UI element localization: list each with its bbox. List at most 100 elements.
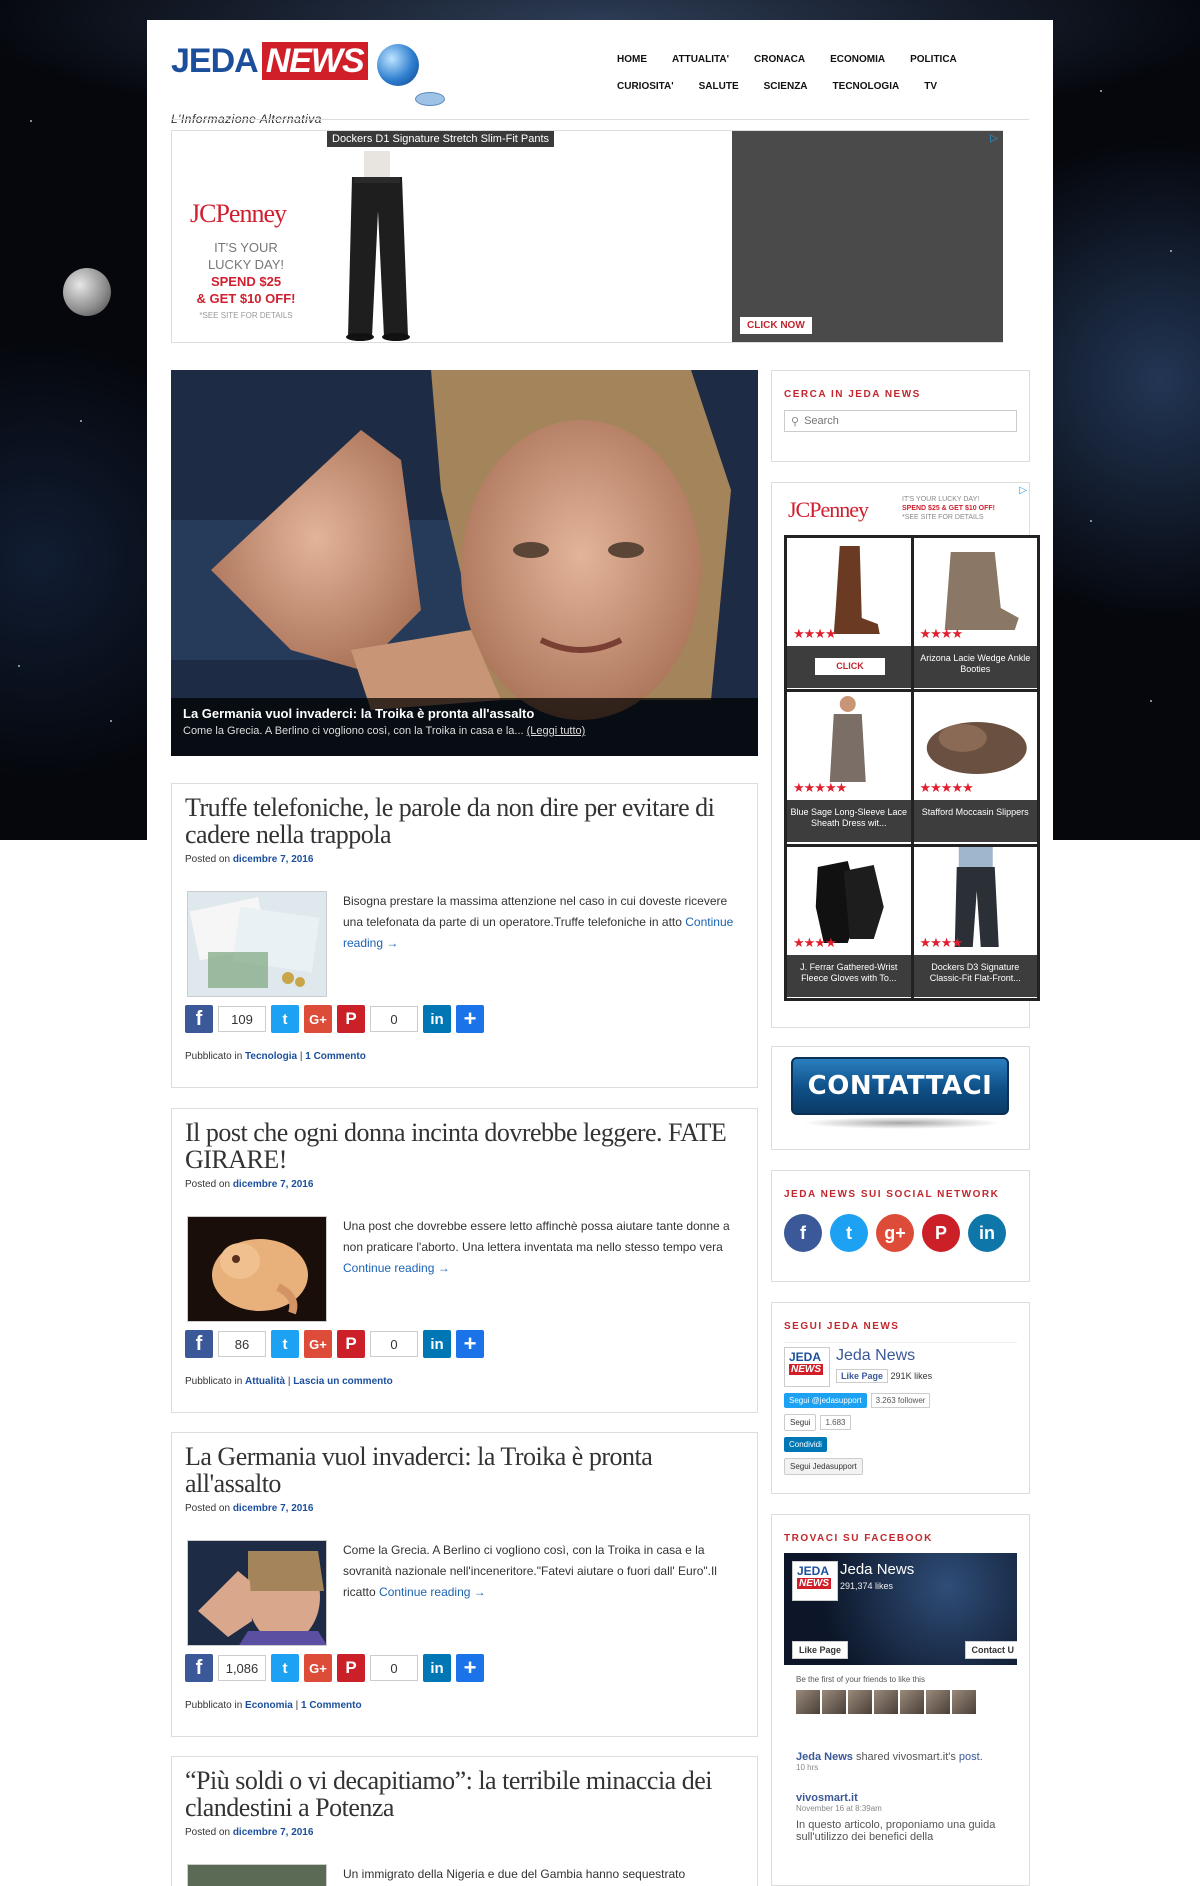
pinterest-icon[interactable]: P (922, 1214, 960, 1252)
linkedin-share-icon[interactable]: in (423, 1654, 451, 1682)
twitter-share-icon[interactable]: t (271, 1330, 299, 1358)
ad-line: & GET $10 OFF! (196, 291, 296, 306)
post-thumbnail[interactable] (187, 1864, 327, 1886)
category-link[interactable]: Economia (245, 1700, 293, 1711)
sidebar-ad-widget[interactable]: JCPenney IT'S YOUR LUCKY DAY! SPEND $25 … (771, 482, 1040, 1028)
pinterest-share-icon[interactable]: P (337, 1005, 365, 1033)
more-share-icon[interactable]: + (456, 1654, 484, 1682)
post-title[interactable]: “Più soldi o vi decapitiamo”: la terribi… (185, 1767, 744, 1821)
category-link[interactable]: Attualità (245, 1376, 285, 1387)
facebook-icon[interactable]: f (784, 1214, 822, 1252)
product-tile[interactable]: ★★★★ CLICK (787, 538, 911, 690)
avatar[interactable] (926, 1690, 950, 1714)
product-tile[interactable]: ★★★★★ Stafford Moccasin Slippers (913, 692, 1037, 844)
googleplus-share-icon[interactable]: G+ (304, 1005, 332, 1033)
featured-title[interactable]: La Germania vuol invaderci: la Troika è … (183, 706, 746, 721)
product-tile[interactable]: ★★★★ J. Ferrar Gathered-Wrist Fleece Glo… (787, 846, 911, 998)
shared-page-link[interactable]: vivosmart.it (796, 1792, 1016, 1804)
product-click-button[interactable]: CLICK (815, 658, 885, 675)
post-card: Il post che ogni donna incinta dovrebbe … (171, 1108, 758, 1413)
product-tile[interactable]: ★★★★ Arizona Lacie Wedge Ankle Booties (913, 538, 1037, 690)
twitter-share-icon[interactable]: t (271, 1654, 299, 1682)
adchoices-icon[interactable]: ▷ (990, 133, 998, 144)
avatar[interactable] (900, 1690, 924, 1714)
nav-tv[interactable]: TV (924, 81, 937, 92)
facebook-share-icon[interactable]: f (185, 1005, 213, 1033)
nav-attualita[interactable]: ATTUALITA' (672, 54, 729, 65)
post-date-link[interactable]: dicembre 7, 2016 (233, 854, 314, 865)
more-share-icon[interactable]: + (456, 1330, 484, 1358)
comments-link[interactable]: 1 Commento (305, 1051, 366, 1062)
comments-link[interactable]: Lascia un commento (293, 1376, 392, 1387)
post-author-link[interactable]: Jeda News (796, 1751, 853, 1763)
post-date-link[interactable]: dicembre 7, 2016 (233, 1503, 314, 1514)
search-input[interactable] (804, 415, 995, 427)
search-field[interactable]: ⚲ (784, 410, 1017, 432)
facebook-like-button[interactable]: Like Page (792, 1641, 849, 1659)
twitter-icon[interactable]: t (830, 1214, 868, 1252)
twitter-follow-button[interactable]: Segui @jedasupport (784, 1393, 867, 1408)
linkedin-share-icon[interactable]: in (423, 1330, 451, 1358)
avatar[interactable] (848, 1690, 872, 1714)
facebook-page-name[interactable]: Jeda News (840, 1561, 914, 1578)
googleplus-follow-button[interactable]: Segui (784, 1414, 817, 1431)
pinterest-share-icon[interactable]: P (337, 1330, 365, 1358)
post-title[interactable]: Il post che ogni donna incinta dovrebbe … (185, 1119, 744, 1173)
like-page-button[interactable]: Like Page (836, 1369, 889, 1383)
comments-link[interactable]: 1 Commento (301, 1700, 362, 1711)
category-link[interactable]: Tecnologia (245, 1051, 297, 1062)
post-title[interactable]: La Germania vuol invaderci: la Troika è … (185, 1443, 744, 1497)
product-tile[interactable]: ★★★★★ Blue Sage Long-Sleeve Lace Sheath … (787, 692, 911, 844)
nav-curiosita[interactable]: CURIOSITA' (617, 81, 674, 92)
nav-economia[interactable]: ECONOMIA (830, 54, 885, 65)
post-date-link[interactable]: dicembre 7, 2016 (233, 1827, 314, 1838)
linkedin-share-icon[interactable]: in (423, 1005, 451, 1033)
nav-politica[interactable]: POLITICA (910, 54, 957, 65)
nav-tecnologia[interactable]: TECNOLOGIA (833, 81, 900, 92)
linkedin-share-button[interactable]: Condividi (784, 1437, 827, 1452)
click-now-button[interactable]: CLICK NOW (740, 317, 812, 334)
nav-home[interactable]: HOME (617, 54, 647, 65)
nav-scienza[interactable]: SCIENZA (764, 81, 808, 92)
post-excerpt: Un immigrato della Nigeria e due del Gam… (343, 1864, 743, 1886)
page-name-link[interactable]: Jeda News (836, 1347, 932, 1365)
more-share-icon[interactable]: + (456, 1005, 484, 1033)
avatar[interactable] (874, 1690, 898, 1714)
featured-slider[interactable]: La Germania vuol invaderci: la Troika è … (171, 370, 758, 756)
adchoices-icon[interactable]: ▷ (1019, 485, 1027, 496)
nav-salute[interactable]: SALUTE (699, 81, 739, 92)
pinterest-share-icon[interactable]: P (337, 1654, 365, 1682)
banner-ad[interactable]: JCPenney IT'S YOUR LUCKY DAY! SPEND $25 … (171, 130, 1003, 343)
post-thumbnail[interactable] (187, 1216, 327, 1322)
post-excerpt: Come la Grecia. A Berlino ci vogliono co… (343, 1540, 743, 1646)
post-thumbnail[interactable] (187, 1540, 327, 1646)
twitter-share-icon[interactable]: t (271, 1005, 299, 1033)
post-date-link[interactable]: dicembre 7, 2016 (233, 1179, 314, 1190)
facebook-share-icon[interactable]: f (185, 1330, 213, 1358)
facebook-cover[interactable]: JEDA NEWS Jeda News 291,374 likes Like Pa… (784, 1553, 1017, 1665)
avatar[interactable] (796, 1690, 820, 1714)
facebook-share-icon[interactable]: f (185, 1654, 213, 1682)
nav-cronaca[interactable]: CRONACA (754, 54, 805, 65)
widget-title: JEDA NEWS SUI SOCIAL NETWORK (784, 1189, 1000, 1200)
product-grid: ★★★★ CLICK ★★★★ Arizona Lacie Wedge Ankl… (784, 535, 1040, 1001)
post-thumbnail[interactable] (187, 891, 327, 997)
continue-reading-link[interactable]: Continue reading → (379, 1585, 486, 1599)
continue-reading-link[interactable]: Continue reading → (343, 1261, 450, 1275)
googleplus-share-icon[interactable]: G+ (304, 1330, 332, 1358)
star (1150, 700, 1152, 702)
facebook-contact-button[interactable]: Contact U (964, 1641, 1017, 1659)
ad-line: IT'S YOUR (214, 240, 278, 255)
avatar[interactable] (822, 1690, 846, 1714)
jeda-news-avatar: JEDA NEWS (784, 1347, 830, 1387)
googleplus-icon[interactable]: g+ (876, 1214, 914, 1252)
post-link[interactable]: post. (959, 1751, 983, 1763)
linkedin-icon[interactable]: in (968, 1214, 1006, 1252)
post-title[interactable]: Truffe telefoniche, le parole da non dir… (185, 794, 744, 848)
product-tile[interactable]: ★★★★ Dockers D3 Signature Classic-Fit Fl… (913, 846, 1037, 998)
googleplus-share-icon[interactable]: G+ (304, 1654, 332, 1682)
pinterest-follow-button[interactable]: Segui Jedasupport (784, 1458, 863, 1475)
read-more-link[interactable]: (Leggi tutto) (527, 725, 586, 737)
avatar[interactable] (952, 1690, 976, 1714)
contact-button[interactable]: CONTATTACI (791, 1057, 1009, 1115)
